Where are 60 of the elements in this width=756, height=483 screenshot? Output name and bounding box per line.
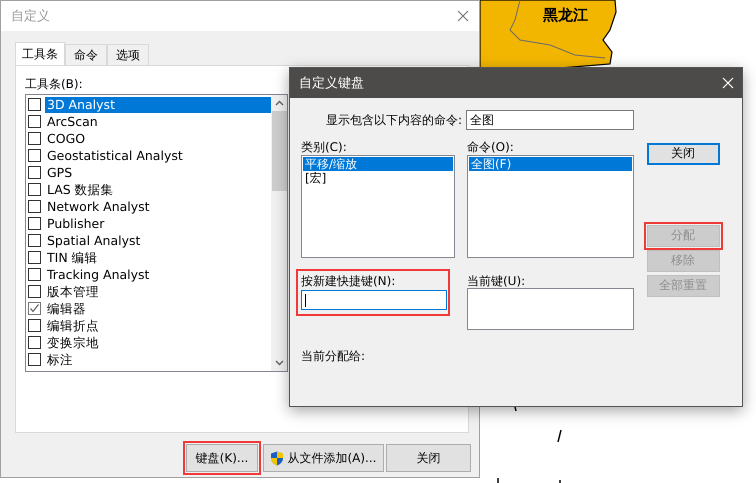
- close-icon[interactable]: [457, 10, 469, 22]
- filter-field[interactable]: 全图: [466, 110, 634, 130]
- current-keys-label: 当前键(U):: [467, 273, 526, 288]
- scrollbar[interactable]: [271, 95, 287, 371]
- list-item[interactable]: 全图(F): [469, 157, 632, 171]
- checkbox[interactable]: [28, 98, 41, 111]
- checkbox[interactable]: [28, 319, 41, 332]
- dialog-button[interactable]: 关闭: [386, 444, 471, 472]
- list-item[interactable]: COGO: [45, 130, 271, 146]
- checkbox[interactable]: [28, 166, 41, 179]
- list-item[interactable]: TIN 编辑: [45, 250, 271, 266]
- checkbox[interactable]: [28, 353, 41, 366]
- list-item[interactable]: 平移/缩放: [303, 157, 453, 171]
- tab[interactable]: 命令: [65, 44, 107, 65]
- list-item[interactable]: Spatial Analyst: [45, 232, 271, 248]
- tab[interactable]: 工具条: [15, 42, 65, 65]
- list-item[interactable]: 标注: [45, 352, 271, 368]
- dialog-button[interactable]: 从文件添加(A)...: [263, 444, 384, 472]
- list-item[interactable]: 变换宗地: [45, 334, 271, 350]
- list-item[interactable]: 编辑折点: [45, 318, 271, 334]
- checkbox[interactable]: [28, 217, 41, 230]
- checkbox[interactable]: [28, 132, 41, 145]
- shield-icon: [270, 450, 284, 466]
- list-item[interactable]: Tracking Analyst: [45, 266, 271, 282]
- checkbox[interactable]: [28, 251, 41, 264]
- list-label: 工具条(B):: [25, 76, 83, 92]
- list-item[interactable]: Network Analyst: [45, 198, 271, 214]
- checkbox[interactable]: [28, 115, 41, 128]
- checkbox[interactable]: [28, 200, 41, 213]
- window-title: 自定义键盘: [299, 75, 364, 92]
- category-label: 类别(C):: [301, 139, 348, 155]
- dialog-button[interactable]: 关闭: [646, 142, 720, 164]
- checkbox[interactable]: [28, 302, 41, 315]
- dialog-button[interactable]: 键盘(K)...: [186, 444, 258, 472]
- list-item[interactable]: Publisher: [45, 216, 271, 232]
- list-item[interactable]: GPS: [45, 164, 271, 180]
- checkbox[interactable]: [28, 149, 41, 162]
- checkbox[interactable]: [28, 268, 41, 281]
- assigned-to-label: 当前分配给:: [301, 348, 366, 365]
- shortcut-label: 按新建快捷键(N):: [301, 273, 396, 289]
- checkbox[interactable]: [28, 234, 41, 247]
- list-item[interactable]: 编辑器: [45, 300, 271, 316]
- checkbox[interactable]: [28, 285, 41, 298]
- list-item[interactable]: [宏]: [303, 171, 453, 185]
- scroll-down-icon[interactable]: [274, 360, 284, 366]
- tab[interactable]: 选项: [107, 44, 149, 65]
- list-item[interactable]: 版本管理: [45, 284, 271, 300]
- scroll-up-icon[interactable]: [274, 100, 284, 106]
- shortcut-field[interactable]: [301, 290, 447, 310]
- command-label: 命令(O):: [467, 139, 515, 155]
- window-title: 自定义: [11, 8, 50, 25]
- checkbox[interactable]: [28, 336, 41, 349]
- filter-label: 显示包含以下内容的命令:: [324, 112, 462, 128]
- checkbox[interactable]: [28, 183, 41, 196]
- list-item[interactable]: Geostatistical Analyst: [45, 148, 271, 164]
- list-item[interactable]: ArcScan: [45, 114, 271, 130]
- list-item[interactable]: 3D Analyst: [45, 96, 271, 112]
- list-item[interactable]: LAS 数据集: [45, 182, 271, 198]
- map-label: 黑龙江: [543, 6, 588, 25]
- scroll-thumb[interactable]: [272, 111, 286, 191]
